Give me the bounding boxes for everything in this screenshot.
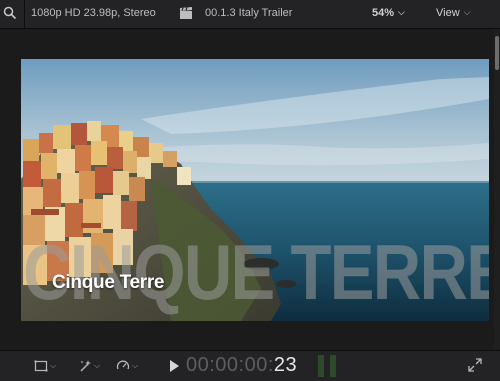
audio-meter-right: [330, 355, 336, 377]
viewer-toolbar: ⌵ ⌵ ⌵ 00:00:00:23: [0, 350, 500, 381]
fullscreen-icon[interactable]: [468, 358, 482, 372]
viewer-header: 1080p HD 23.98p, Stereo 00.1.3 Italy Tra…: [0, 0, 500, 28]
video-canvas[interactable]: CINQUE TERRE Cinque Terre: [21, 59, 489, 321]
chevron-down-icon: ⌵: [132, 361, 139, 370]
scrollbar-thumb[interactable]: [495, 36, 499, 70]
format-info: 1080p HD 23.98p, Stereo: [31, 7, 156, 19]
scrollbar[interactable]: [494, 30, 500, 350]
speedometer-icon: [116, 360, 130, 370]
view-label: View: [436, 7, 460, 19]
timecode-frames: 23: [273, 354, 298, 376]
chevron-down-icon: ⌵: [50, 361, 57, 370]
transform-menu[interactable]: ⌵: [34, 359, 56, 373]
header-divider: [24, 0, 25, 28]
zoom-value: 54%: [372, 7, 395, 19]
play-icon[interactable]: [170, 360, 179, 372]
chevron-down-icon: ⌵: [463, 7, 471, 17]
view-menu[interactable]: View ⌵: [436, 7, 470, 19]
audio-meter-left: [318, 355, 324, 377]
zoom-menu[interactable]: 54% ⌵: [372, 7, 405, 19]
retime-menu[interactable]: ⌵: [116, 359, 138, 373]
title-overlay-text: Cinque Terre: [52, 272, 165, 293]
chevron-down-icon: ⌵: [94, 361, 101, 370]
enhance-menu[interactable]: ⌵: [78, 359, 100, 373]
magic-wand-icon: [80, 360, 91, 372]
search-icon[interactable]: [3, 6, 17, 20]
transform-icon: [34, 360, 48, 372]
chevron-down-icon: ⌵: [398, 7, 405, 17]
clip-name: 00.1.3 Italy Trailer: [205, 7, 293, 19]
clapperboard-icon: [180, 7, 192, 19]
header-underline: [0, 28, 500, 29]
timecode-display: 00:00:00:23: [186, 354, 297, 377]
timecode-leading: 00:00:00:: [186, 354, 274, 376]
